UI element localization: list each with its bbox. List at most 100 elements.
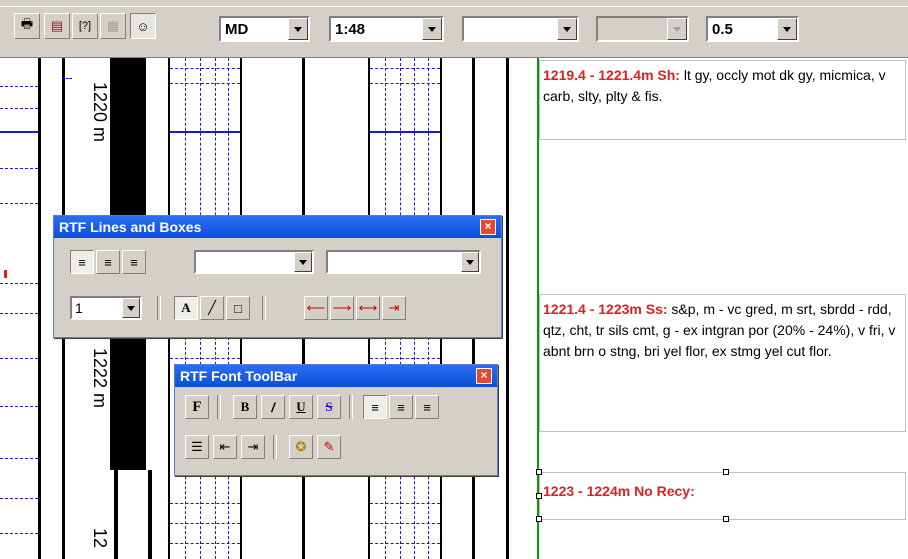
description-box[interactable]: 1219.4 - 1221.4m Sh: lt gy, occly mot dk… [539, 60, 906, 140]
separator [262, 296, 266, 320]
resize-handle[interactable] [723, 516, 729, 522]
line-width-select[interactable]: 1 [70, 296, 142, 320]
depth-mode-select[interactable]: MD [219, 16, 310, 42]
arrow-inward-icon: ⇥ [388, 300, 400, 315]
align-center-button[interactable]: ≡ [389, 395, 413, 419]
align-left-button[interactable]: ≡ [70, 250, 94, 274]
align-center-icon: ≡ [104, 254, 112, 270]
font-button[interactable]: F [185, 395, 209, 419]
interval-heading: 1223 - 1224m No Recy: [543, 483, 695, 499]
resize-handle[interactable] [723, 469, 729, 475]
italic-icon: / [271, 399, 275, 415]
font-icon: F [192, 398, 202, 415]
panel-title-bar[interactable]: RTF Lines and Boxes × [54, 216, 501, 238]
chevron-down-icon[interactable] [777, 18, 797, 40]
indent-button[interactable]: ⇥ [241, 435, 265, 459]
resize-handle[interactable] [536, 493, 542, 499]
italic-button[interactable]: / [261, 395, 285, 419]
bracket-icon: [?] [78, 20, 92, 32]
disabled-icon: ▦ [106, 18, 120, 33]
depth-mode-value: MD [225, 21, 249, 38]
zoom-value: 0.5 [712, 21, 733, 38]
arrow-both-icon: ⟷ [358, 300, 378, 315]
highlight-button[interactable]: ✎ [317, 435, 341, 459]
arrow-both-button[interactable]: ⟷ [356, 296, 380, 320]
arrow-inward-button[interactable]: ⇥ [382, 296, 406, 320]
depth-label: 12 [90, 528, 110, 549]
description-box[interactable]: 1221.4 - 1223m Ss: s&p, m - vc gred, m s… [539, 294, 906, 432]
separator [217, 395, 221, 419]
panel-title: RTF Font ToolBar [180, 368, 298, 384]
strikethrough-icon: S [325, 399, 333, 414]
underline-icon: U [296, 399, 306, 414]
align-right-button[interactable]: ≡ [122, 250, 146, 274]
bracket-button[interactable]: [?] [72, 13, 98, 39]
panel-title: RTF Lines and Boxes [59, 219, 202, 235]
print-button[interactable]: 🖶 [14, 13, 40, 39]
bold-icon: B [240, 399, 250, 414]
interval-heading: 1219.4 - 1221.4m Sh: [543, 67, 680, 83]
report-button[interactable]: ▤ [44, 13, 70, 39]
arrow-right-button[interactable]: ⟶ [330, 296, 354, 320]
menu-separator [0, 6, 908, 7]
box-tool-button[interactable]: □ [226, 296, 250, 320]
description-box-selected[interactable]: 1223 - 1224m No Recy: [539, 472, 906, 520]
interval-heading: 1221.4 - 1223m Ss: [543, 301, 668, 317]
rtf-font-toolbar-panel: RTF Font ToolBar × F B / U S ≡ ≡ ≡ ☰ ⇤ ⇥… [174, 364, 498, 476]
chevron-down-icon[interactable] [667, 18, 687, 40]
align-left-icon: ≡ [371, 399, 379, 415]
rtf-lines-boxes-panel: RTF Lines and Boxes × ≡ ≡ ≡ 1 A ╱ □ ⟵ ⟶ … [53, 215, 502, 338]
arrow-right-icon: ⟶ [332, 300, 352, 315]
strikethrough-button[interactable]: S [317, 395, 341, 419]
separator [349, 395, 353, 419]
disabled-button[interactable]: ▦ [100, 13, 126, 39]
line-tool-icon: ╱ [208, 300, 216, 315]
bullets-icon: ☰ [191, 439, 203, 454]
align-center-button[interactable]: ≡ [96, 250, 120, 274]
box-tool-icon: □ [234, 300, 242, 316]
arrow-left-button[interactable]: ⟵ [304, 296, 328, 320]
panel-title-bar[interactable]: RTF Font ToolBar × [175, 365, 497, 387]
close-button[interactable]: × [476, 368, 492, 384]
line-style-select[interactable] [194, 250, 314, 274]
line-color-select[interactable] [326, 250, 481, 274]
align-left-icon: ≡ [78, 254, 86, 270]
chevron-down-icon[interactable] [122, 298, 140, 318]
chevron-down-icon[interactable] [557, 18, 577, 40]
zoom-select[interactable]: 0.5 [706, 16, 799, 42]
chevron-down-icon[interactable] [422, 18, 442, 40]
resize-handle[interactable] [536, 469, 542, 475]
line-width-value: 1 [75, 300, 83, 316]
chevron-down-icon[interactable] [294, 252, 312, 272]
bullets-button[interactable]: ☰ [185, 435, 209, 459]
scale-select[interactable]: 1:48 [329, 16, 444, 42]
resize-handle[interactable] [536, 516, 542, 522]
disabled-select[interactable] [596, 16, 689, 42]
align-right-icon: ≡ [423, 399, 431, 415]
chevron-down-icon[interactable] [461, 252, 479, 272]
description-track: 1219.4 - 1221.4m Sh: lt gy, occly mot dk… [536, 58, 908, 559]
underline-button[interactable]: U [289, 395, 313, 419]
depth-label: 1220 m [90, 82, 110, 143]
chevron-down-icon[interactable] [288, 18, 308, 40]
main-toolbar: 🖶 ▤ [?] ▦ ☺ MD 1:48 0.5 [0, 0, 908, 58]
indent-icon: ⇥ [247, 439, 259, 454]
close-button[interactable]: × [480, 219, 496, 235]
align-right-button[interactable]: ≡ [415, 395, 439, 419]
color-button[interactable]: ✪ [289, 435, 313, 459]
print-icon: 🖶 [20, 16, 34, 31]
line-tool-button[interactable]: ╱ [200, 296, 224, 320]
align-left-button[interactable]: ≡ [363, 395, 387, 419]
highlight-icon: ✎ [323, 439, 335, 454]
track-select[interactable] [462, 16, 579, 42]
align-right-icon: ≡ [130, 254, 138, 270]
report-icon: ▤ [50, 18, 64, 33]
separator [273, 435, 277, 459]
text-tool-button[interactable]: A [174, 296, 198, 320]
text-tool-icon: A [181, 300, 191, 315]
face-icon: ☺ [136, 18, 150, 34]
face-button[interactable]: ☺ [130, 13, 156, 39]
outdent-button[interactable]: ⇤ [213, 435, 237, 459]
bold-button[interactable]: B [233, 395, 257, 419]
scale-value: 1:48 [335, 21, 366, 38]
